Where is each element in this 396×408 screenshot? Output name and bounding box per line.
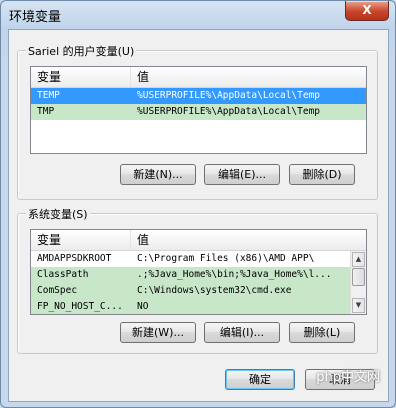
user-edit-button[interactable]: 编辑(E)...: [204, 164, 280, 185]
system-variables-label: 系统变量(S): [26, 206, 90, 222]
variable-name: ComSpec: [37, 285, 78, 296]
column-header-variable[interactable]: 变量: [31, 230, 131, 250]
variable-name: FP_NO_HOST_C...: [37, 301, 123, 312]
variable-value: NO: [137, 301, 149, 312]
list-item[interactable]: ComSpec C:\Windows\system32\cmd.exe: [31, 283, 350, 299]
variable-value: %USERPROFILE%\AppData\Local\Temp: [137, 106, 321, 117]
list-item[interactable]: FP_NO_HOST_C... NO: [31, 299, 350, 314]
list-item[interactable]: TMP %USERPROFILE%\AppData\Local\Temp: [31, 104, 366, 120]
column-header-variable[interactable]: 变量: [31, 67, 131, 87]
list-item[interactable]: TEMP %USERPROFILE%\AppData\Local\Temp: [31, 88, 366, 104]
user-delete-button[interactable]: 删除(D): [289, 164, 355, 185]
system-variables-rows: AMDAPPSDKROOT C:\Program Files (x86)\AMD …: [31, 251, 350, 314]
system-delete-button[interactable]: 删除(L): [289, 322, 355, 343]
vertical-scrollbar[interactable]: ▲ ▼: [350, 251, 366, 314]
scroll-up-icon[interactable]: ▲: [352, 252, 365, 267]
variable-value: .;%Java_Home%\bin;%Java_Home%\l...: [137, 269, 332, 280]
system-variables-list[interactable]: 变量 值 AMDAPPSDKROOT C:\Program Files (x86)…: [30, 229, 367, 315]
scroll-thumb[interactable]: [352, 268, 365, 286]
variable-value: %USERPROFILE%\AppData\Local\Temp: [137, 90, 321, 101]
column-header-value[interactable]: 值: [131, 67, 366, 87]
environment-variables-dialog: 环境变量 X Sariel 的用户变量(U) 变量 值 TEMP %USERPRO…: [0, 0, 396, 408]
system-new-button[interactable]: 新建(W)...: [120, 322, 196, 343]
scroll-down-icon[interactable]: ▼: [352, 298, 365, 313]
user-variables-group: Sariel 的用户变量(U) 变量 值 TEMP %USERPROFILE%\A…: [17, 43, 378, 200]
dialog-body: Sariel 的用户变量(U) 变量 值 TEMP %USERPROFILE%\A…: [8, 29, 389, 402]
list-header: 变量 值: [31, 230, 366, 251]
variable-value: C:\Windows\system32\cmd.exe: [137, 285, 292, 296]
variable-name: TMP: [37, 106, 55, 117]
user-variables-rows: TEMP %USERPROFILE%\AppData\Local\Temp TMP%…: [31, 88, 366, 153]
list-item[interactable]: AMDAPPSDKROOT C:\Program Files (x86)\AMD …: [31, 251, 350, 267]
variable-name: ClassPath: [37, 269, 89, 280]
column-header-value[interactable]: 值: [131, 230, 351, 250]
close-icon: X: [362, 3, 372, 17]
list-header: 变量 值: [31, 67, 366, 88]
list-item[interactable]: ClassPath .;%Java_Home%\bin;%Java_Home%\l…: [31, 267, 350, 283]
close-button[interactable]: X: [345, 1, 389, 21]
user-new-button[interactable]: 新建(N)...: [120, 164, 196, 185]
variable-name: TEMP: [37, 90, 60, 101]
system-variables-group: 系统变量(S) 变量 值 AMDAPPSDKROOT C:\Program Fil…: [17, 206, 378, 354]
variable-value: C:\Program Files (x86)\AMD APP\: [137, 253, 315, 264]
watermark: php中文网: [316, 370, 380, 385]
ok-button[interactable]: 确定: [225, 369, 295, 390]
window-title: 环境变量: [9, 10, 62, 25]
user-variables-label: Sariel 的用户变量(U): [26, 43, 137, 59]
variable-name: AMDAPPSDKROOT: [37, 253, 112, 264]
user-variables-list[interactable]: 变量 值 TEMP %USERPROFILE%\AppData\Local\Tem…: [30, 66, 367, 154]
system-edit-button[interactable]: 编辑(I)...: [204, 322, 280, 343]
title-bar[interactable]: 环境变量 X: [1, 1, 395, 29]
